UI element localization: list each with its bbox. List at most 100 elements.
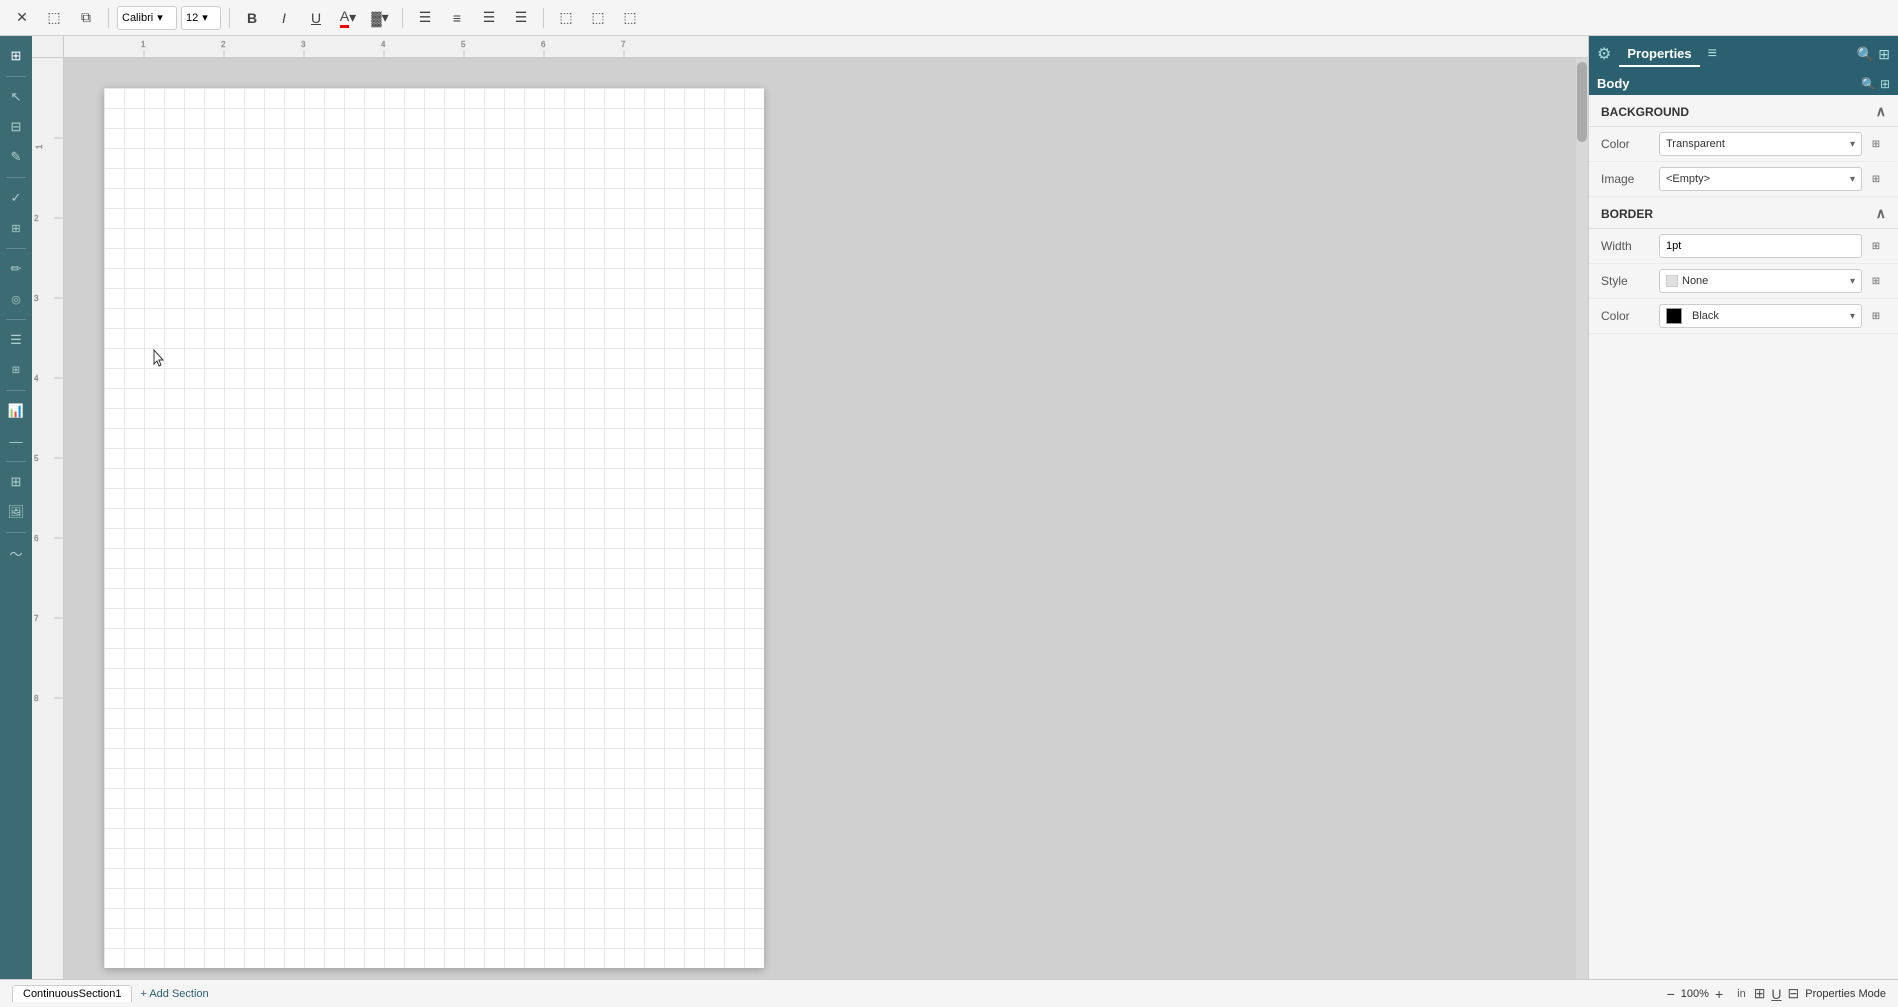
- bg-color-label: Color: [1601, 137, 1651, 151]
- sidebar-icon-pin[interactable]: ◎: [4, 287, 28, 311]
- columns-icon[interactable]: ⊟: [1788, 985, 1800, 1002]
- background-toggle[interactable]: ∧: [1876, 103, 1886, 120]
- page[interactable]: [104, 88, 764, 968]
- svg-text:8: 8: [34, 694, 39, 703]
- main-toolbar: ✕ ⬚ ⧉ Calibri ▾ 12 ▾ B I U A ▾ ▓ ▾ ☰ ≡ ☰…: [0, 0, 1898, 36]
- body-expand-btn[interactable]: ⊞: [1880, 77, 1890, 91]
- border-color-swatch: [1666, 308, 1682, 324]
- border-color-label: Color: [1601, 309, 1651, 323]
- frame2-button[interactable]: ⬚: [584, 4, 612, 32]
- bg-image-label: Image: [1601, 172, 1651, 186]
- scrollbar-thumb[interactable]: [1577, 62, 1587, 142]
- border-style-dropdown[interactable]: None ▾: [1659, 269, 1862, 293]
- background-title: BACKGROUND: [1601, 105, 1689, 119]
- align-center-button[interactable]: ≡: [443, 4, 471, 32]
- svg-text:4: 4: [381, 40, 386, 49]
- border-style-value: None: [1682, 275, 1708, 287]
- bg-image-expand[interactable]: ⊞: [1866, 169, 1886, 189]
- border-width-row: Width ⊞: [1589, 229, 1898, 264]
- vertical-scrollbar[interactable]: [1576, 58, 1588, 979]
- sidebar-icon-list[interactable]: ☰: [4, 328, 28, 352]
- svg-text:4: 4: [34, 374, 39, 383]
- sidebar-divider-4: [6, 319, 26, 320]
- border-toggle[interactable]: ∧: [1876, 205, 1886, 222]
- canvas-scroll[interactable]: [64, 58, 1576, 979]
- font-dropdown[interactable]: Calibri ▾: [117, 6, 177, 30]
- svg-text:6: 6: [541, 40, 546, 49]
- sidebar-icon-pen[interactable]: ✏: [4, 257, 28, 281]
- border-style-control: None ▾ ⊞: [1659, 269, 1886, 293]
- bg-color-dropdown[interactable]: Transparent ▾: [1659, 132, 1862, 156]
- justify-button[interactable]: ☰: [507, 4, 535, 32]
- vertical-ruler: 1 2 3 4 5 6 7 8: [32, 58, 64, 979]
- copy-button[interactable]: ⧉: [72, 4, 100, 32]
- frame3-button[interactable]: ⬚: [616, 4, 644, 32]
- sidebar-icon-image[interactable]: 🖼: [4, 500, 28, 524]
- sidebar-icon-chart[interactable]: 📊: [4, 399, 28, 423]
- border-color-dropdown[interactable]: Black ▾: [1659, 304, 1862, 328]
- frame-button[interactable]: ⬚: [552, 4, 580, 32]
- sidebar-icon-wave[interactable]: 〜: [4, 541, 28, 565]
- body-selector[interactable]: Body 🔍 ⊞: [1589, 72, 1898, 95]
- underline-status-icon[interactable]: U: [1771, 986, 1781, 1002]
- sidebar-icon-edit[interactable]: ✎: [4, 145, 28, 169]
- sidebar-icon-data[interactable]: ⊞: [4, 216, 28, 240]
- panel-settings-icon[interactable]: ⚙: [1597, 44, 1611, 64]
- canvas-body: 1 2 3 4 5 6 7 8: [32, 58, 1588, 979]
- border-style-expand[interactable]: ⊞: [1866, 271, 1886, 291]
- sidebar-icon-check[interactable]: ✓: [4, 186, 28, 210]
- sidebar-divider-3: [6, 248, 26, 249]
- bg-image-value: <Empty>: [1666, 173, 1710, 185]
- panel-expand-btn[interactable]: ⊞: [1878, 46, 1890, 63]
- bg-color-expand[interactable]: ⊞: [1866, 134, 1886, 154]
- unit-label: in: [1737, 988, 1746, 1000]
- sidebar-icon-cursor[interactable]: ↖: [4, 85, 28, 109]
- border-color-control: Black ▾ ⊞: [1659, 304, 1886, 328]
- toolbar-divider-3: [402, 8, 403, 28]
- border-width-control: ⊞: [1659, 234, 1886, 258]
- properties-content: BACKGROUND ∧ Color Transparent ▾ ⊞ Image: [1589, 95, 1898, 979]
- main-area: ⊞ ↖ ⊟ ✎ ✓ ⊞ ✏ ◎ ☰ ⊞ 📊 — ⊞ 🖼 〜: [0, 36, 1898, 979]
- align-right-button[interactable]: ☰: [475, 4, 503, 32]
- zoom-out-button[interactable]: −: [1667, 986, 1675, 1002]
- close-button[interactable]: ✕: [8, 4, 36, 32]
- border-width-expand[interactable]: ⊞: [1866, 236, 1886, 256]
- body-search-btn[interactable]: 🔍: [1861, 77, 1876, 91]
- properties-mode-label[interactable]: Properties Mode: [1805, 988, 1886, 1000]
- sidebar-icon-layers[interactable]: ⊟: [4, 115, 28, 139]
- sidebar-icon-separator[interactable]: —: [4, 429, 28, 453]
- page-grid: [104, 88, 764, 968]
- panel-layers-icon[interactable]: ≡: [1708, 45, 1717, 63]
- highlight-button[interactable]: ▓ ▾: [366, 4, 394, 32]
- align-left-button[interactable]: ☰: [411, 4, 439, 32]
- border-color-value: Black: [1692, 310, 1719, 322]
- sidebar-icon-table[interactable]: ⊞: [4, 358, 28, 382]
- ruler-row: 1 2 3 4 5 6 7: [32, 36, 1588, 58]
- bg-image-dropdown[interactable]: <Empty> ▾: [1659, 167, 1862, 191]
- add-section-button[interactable]: + Add Section: [140, 988, 208, 1000]
- grid-icon[interactable]: ⊞: [1754, 985, 1766, 1002]
- sidebar-icon-grid2[interactable]: ⊞: [4, 470, 28, 494]
- border-style-row: Style None ▾ ⊞: [1589, 264, 1898, 299]
- section-tab[interactable]: ContinuousSection1: [12, 985, 132, 1002]
- svg-text:6: 6: [34, 534, 39, 543]
- bold-button[interactable]: B: [238, 4, 266, 32]
- properties-tab[interactable]: Properties: [1619, 42, 1699, 67]
- svg-text:7: 7: [34, 614, 39, 623]
- sidebar-divider-2: [6, 177, 26, 178]
- border-color-expand[interactable]: ⊞: [1866, 306, 1886, 326]
- svg-text:7: 7: [621, 40, 626, 49]
- font-size-dropdown[interactable]: 12 ▾: [181, 6, 221, 30]
- body-selector-label: Body: [1597, 76, 1630, 91]
- font-color-button[interactable]: A ▾: [334, 4, 362, 32]
- panel-search-btn[interactable]: 🔍: [1857, 46, 1874, 63]
- minimize-button[interactable]: ⬚: [40, 4, 68, 32]
- canvas-container: 1 2 3 4 5 6 7 1 2: [32, 36, 1588, 979]
- italic-button[interactable]: I: [270, 4, 298, 32]
- sidebar-icon-mode[interactable]: ⊞: [4, 44, 28, 68]
- underline-button[interactable]: U: [302, 4, 330, 32]
- border-color-row: Color Black ▾ ⊞: [1589, 299, 1898, 334]
- background-image-row: Image <Empty> ▾ ⊞: [1589, 162, 1898, 197]
- zoom-in-button[interactable]: +: [1715, 986, 1723, 1002]
- border-width-input[interactable]: [1659, 234, 1862, 258]
